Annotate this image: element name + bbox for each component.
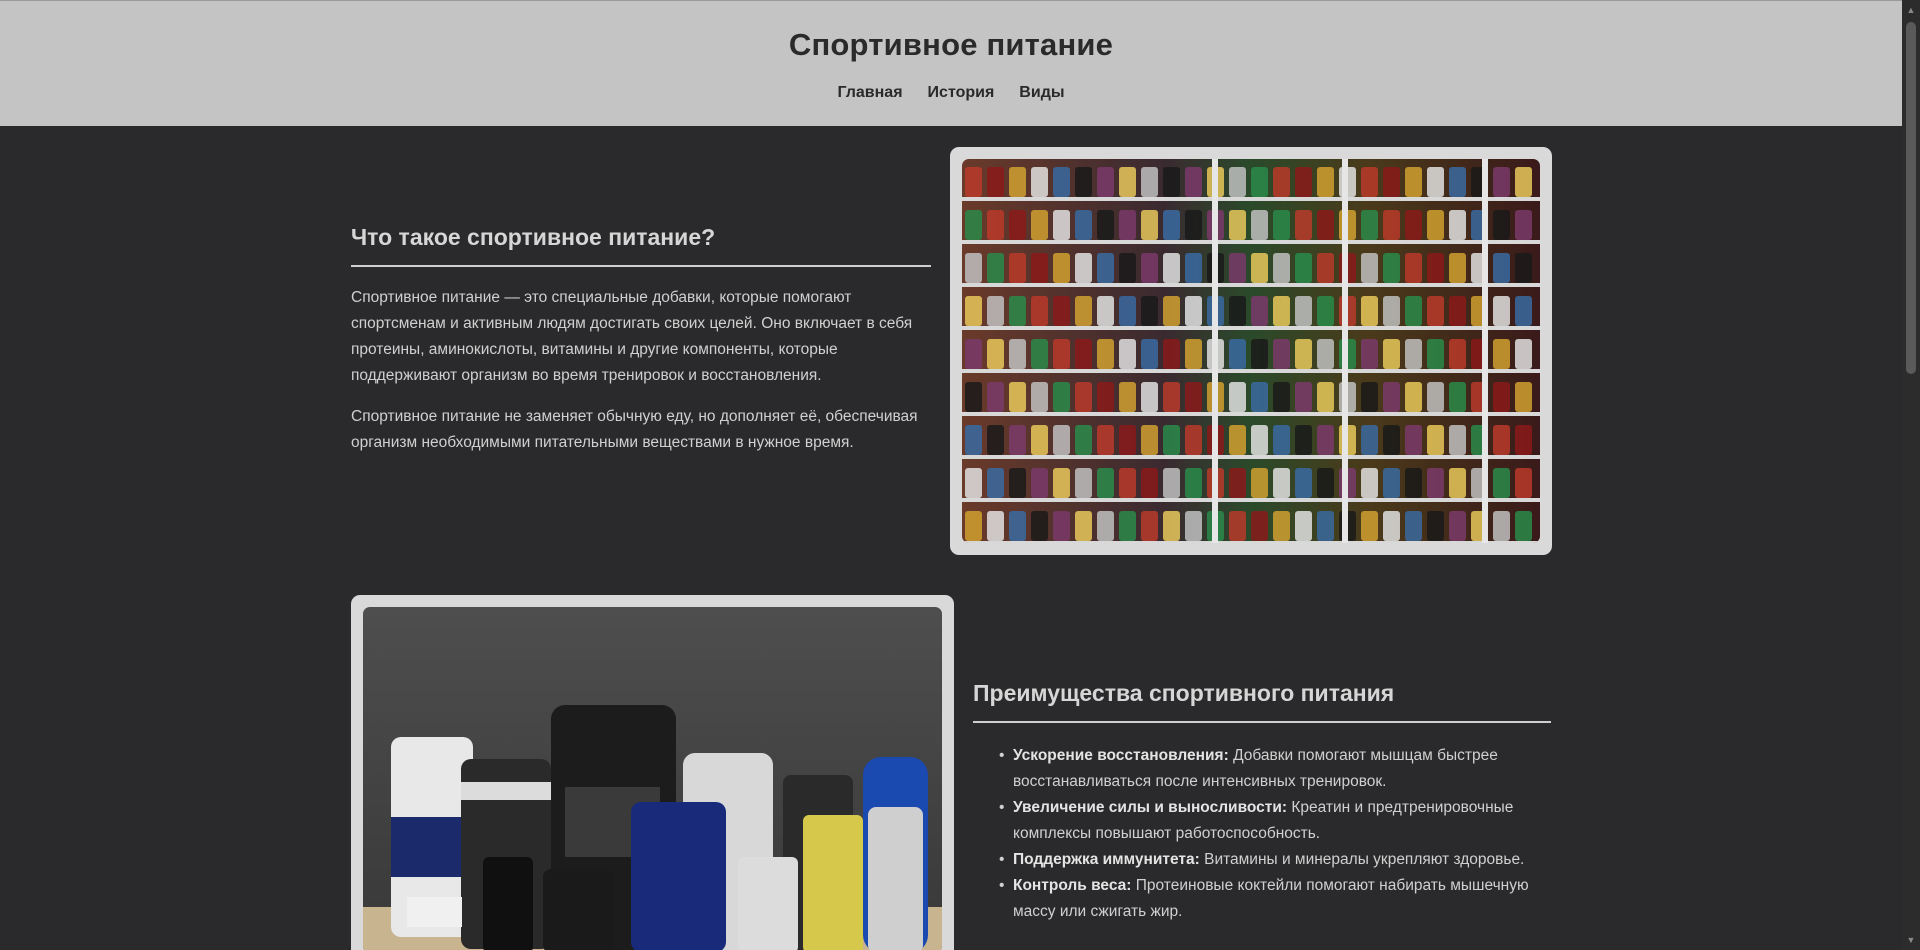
site-title: Спортивное питание (788, 27, 1114, 62)
section-title-what-is: Что такое спортивное питание? (351, 224, 931, 267)
scrollbar-thumb[interactable] (1906, 22, 1916, 374)
benefit-term: Контроль веса: (1013, 877, 1132, 894)
benefit-text: Витамины и минералы укрепляют здоровье. (1204, 851, 1525, 868)
benefit-term: Ускорение восстановления: (1013, 747, 1229, 764)
benefit-term: Увеличение силы и выносливости: (1013, 799, 1288, 816)
supplement-products-image (363, 607, 942, 950)
benefit-item: Ускорение восстановления: Добавки помога… (999, 743, 1551, 795)
section-title-benefits: Преимущества спортивного питания (973, 680, 1551, 723)
main-nav: Главная История Виды (0, 84, 1902, 102)
nav-link-types[interactable]: Виды (1019, 84, 1064, 102)
paragraph: Спортивное питание не заменяет обычную е… (351, 408, 918, 451)
supplement-shelves-image-frame (950, 147, 1552, 555)
benefit-term: Поддержка иммунитета: (1013, 851, 1200, 868)
supplement-products-image-frame (351, 595, 954, 950)
page-scrollbar[interactable]: ▲ ▼ (1902, 0, 1920, 950)
page: Спортивное питание Главная История Виды … (0, 0, 1920, 950)
benefit-item: Увеличение силы и выносливости: Креатин … (999, 795, 1551, 847)
nav-link-home[interactable]: Главная (837, 84, 902, 102)
supplement-shelves-image (962, 159, 1540, 543)
paragraph: Спортивное питание — это специальные доб… (351, 289, 913, 384)
site-header: Спортивное питание Главная История Виды (0, 0, 1902, 126)
benefits-list: Ускорение восстановления: Добавки помога… (973, 743, 1551, 925)
scroll-down-arrow-icon[interactable]: ▼ (1902, 932, 1920, 948)
benefit-item: Контроль веса: Протеиновые коктейли помо… (999, 873, 1551, 925)
benefit-item: Поддержка иммунитета: Витамины и минерал… (999, 847, 1551, 873)
nav-link-history[interactable]: История (928, 84, 995, 102)
scroll-up-arrow-icon[interactable]: ▲ (1902, 2, 1920, 18)
section-benefits: Преимущества спортивного питания Ускорен… (973, 680, 1551, 925)
section-what-is: Что такое спортивное питание? Спортивное… (351, 224, 931, 456)
